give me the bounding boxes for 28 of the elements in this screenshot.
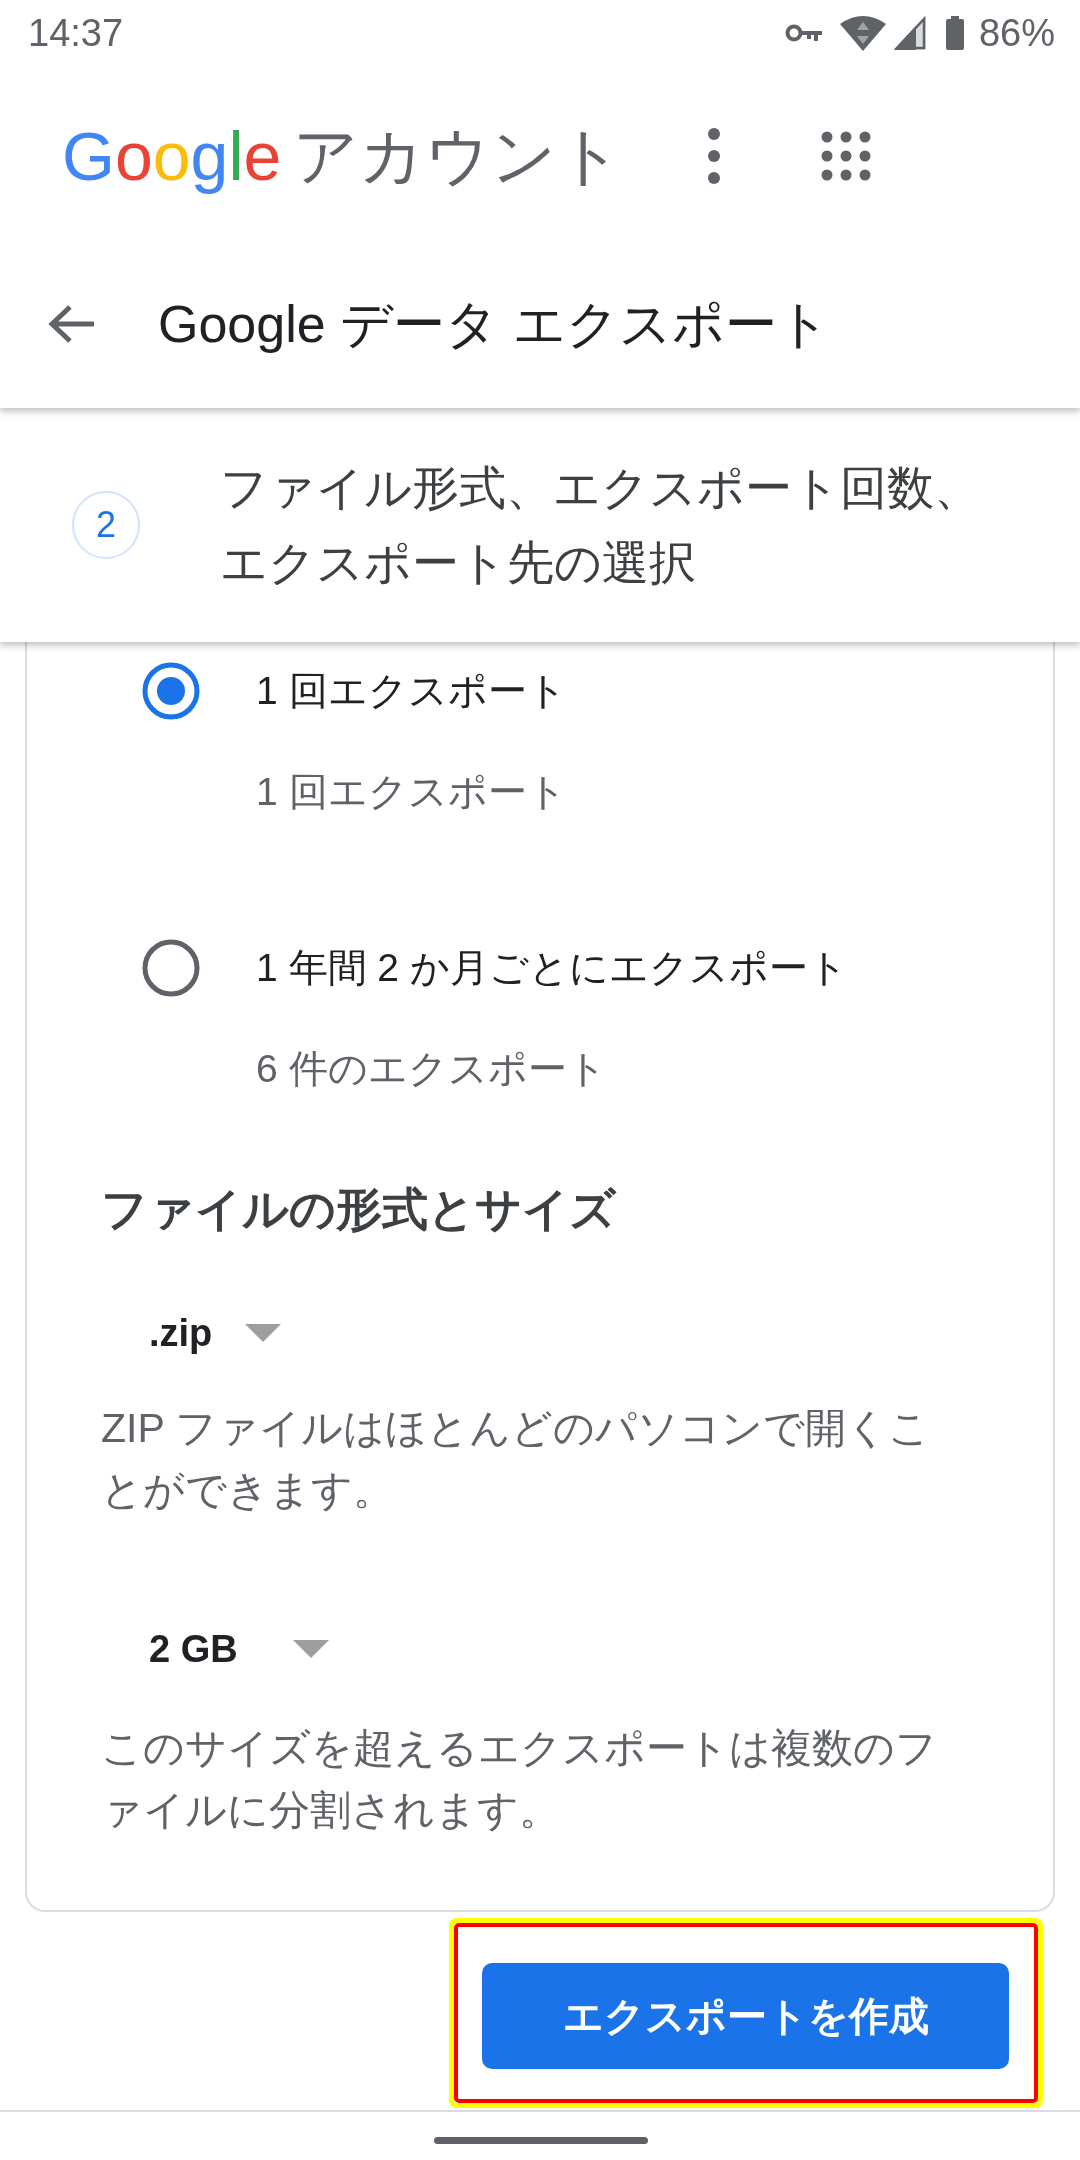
back-arrow-icon[interactable] xyxy=(48,304,96,344)
file-size-description: このサイズを超えるエクスポートは複数のファイルに分割されます。 xyxy=(101,1724,938,1835)
file-type-dropdown[interactable]: .zip xyxy=(149,1298,282,1368)
radio-button[interactable] xyxy=(142,662,200,720)
page-title: Google データ エクスポート xyxy=(158,294,830,355)
more-options-icon[interactable] xyxy=(708,128,720,184)
section-heading: ファイルの形式とサイズ xyxy=(101,1182,616,1237)
caret-icon xyxy=(292,1640,329,1658)
status-time: 14:37 xyxy=(28,10,124,56)
key-icon xyxy=(784,23,823,43)
logo[interactable]: Google xyxy=(62,116,282,196)
create-export-button[interactable]: エクスポートを作成 xyxy=(482,1963,1009,2069)
file-type-description: ZIP ファイルはほとんどのパソコンで開くことができます。 xyxy=(101,1404,932,1515)
step-number: 2 xyxy=(72,491,140,559)
step-title: ファイル形式、エクスポート回数、エクスポート先の選択 xyxy=(220,460,982,591)
battery-percent: 86% xyxy=(978,10,1055,56)
option-detail: 1 回エクスポート xyxy=(256,769,567,815)
option-label[interactable]: 1 年間 2 か月ごとにエクスポート xyxy=(256,938,848,998)
signal-icon xyxy=(893,16,926,50)
apps-grid-icon[interactable] xyxy=(821,131,871,181)
file-size-dropdown[interactable]: 2 GB xyxy=(149,1614,329,1684)
caret-icon xyxy=(245,1324,282,1342)
radio-button[interactable] xyxy=(142,939,200,997)
option-detail: 6 件のエクスポート xyxy=(256,1046,607,1092)
battery-icon xyxy=(945,16,964,50)
wifi-icon xyxy=(839,15,886,51)
option-label[interactable]: 1 回エクスポート xyxy=(256,661,567,721)
app-title: アカウント xyxy=(293,119,624,194)
